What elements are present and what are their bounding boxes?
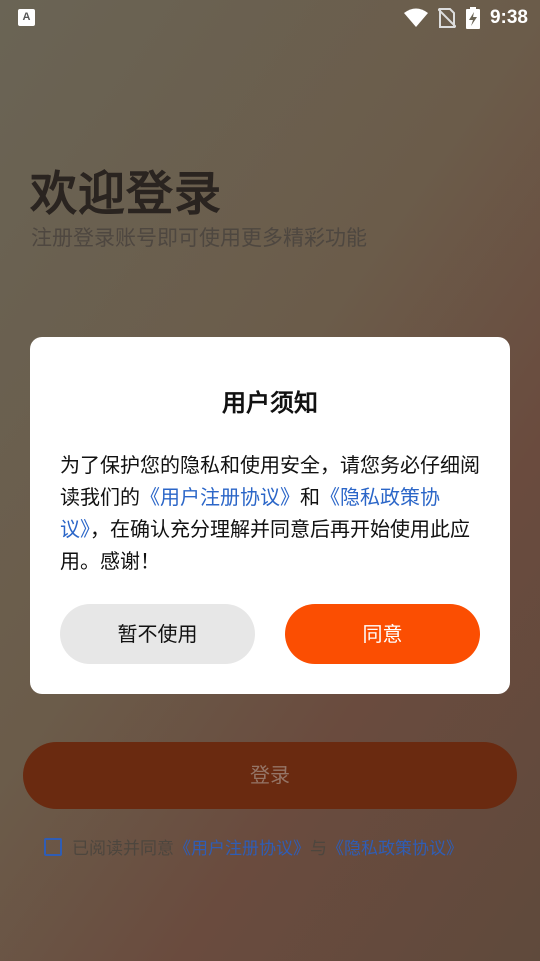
status-bar: A 9:38 [0, 0, 540, 36]
welcome-subtitle: 注册登录账号即可使用更多精彩功能 [31, 226, 367, 250]
agree-prefix: 已阅读并同意 [72, 839, 174, 859]
agree-button[interactable]: 同意 [285, 604, 480, 664]
dialog-body: 为了保护您的隐私和使用安全，请您务必仔细阅读我们的《用户注册协议》和《隐私政策协… [60, 449, 484, 577]
agree-and-text: 与 [310, 839, 327, 859]
dialog-user-agreement-link[interactable]: 《用户注册协议》 [140, 485, 300, 509]
privacy-agreement-link[interactable]: 《隐私政策协议》 [327, 834, 463, 859]
welcome-title: 欢迎登录 [30, 167, 222, 222]
clock: 9:38 [489, 7, 528, 28]
decline-button[interactable]: 暂不使用 [60, 604, 255, 664]
agreement-row: 已阅读并同意 《用户注册协议》 与 《隐私政策协议》 [44, 834, 463, 859]
login-button[interactable]: 登录 [23, 742, 517, 809]
no-sim-icon [437, 8, 456, 28]
battery-charging-icon [465, 7, 480, 29]
status-icons: 9:38 [403, 7, 528, 29]
user-notice-dialog: 用户须知 为了保护您的隐私和使用安全，请您务必仔细阅读我们的《用户注册协议》和《… [30, 337, 510, 694]
dialog-body-text-2: 和 [300, 485, 320, 509]
wifi-icon [403, 8, 428, 27]
app-notification-icon: A [18, 9, 35, 26]
dialog-body-text-3: ，在确认充分理解并同意后再开始使用此应用。感谢！ [60, 517, 470, 573]
dialog-title: 用户须知 [222, 389, 318, 417]
user-agreement-link[interactable]: 《用户注册协议》 [174, 834, 310, 859]
agree-checkbox[interactable] [44, 837, 62, 856]
